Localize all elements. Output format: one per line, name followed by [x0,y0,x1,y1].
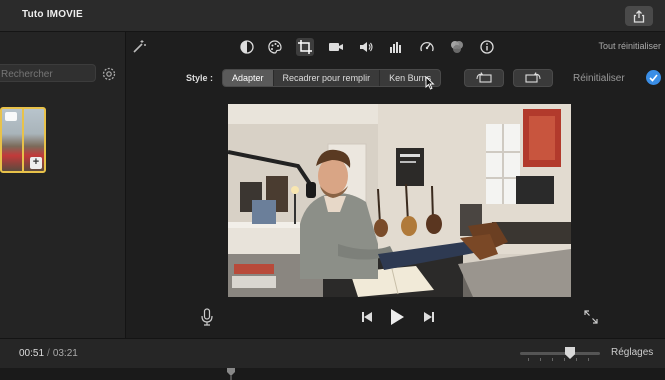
color-palette-icon[interactable] [266,38,284,56]
share-icon [633,9,645,23]
color-balance-icon[interactable] [238,38,256,56]
window-title: Tuto IMOVIE [22,9,83,20]
info-icon[interactable] [478,38,496,56]
style-option-adapter[interactable]: Adapter [223,70,274,86]
play-icon [391,309,404,325]
timeline-header: 00:51/03:21 Réglages [0,338,665,368]
rotate-right-icon [525,72,541,83]
slider-tick [576,358,577,361]
timecode: 00:51/03:21 [19,348,78,359]
playback-controls [127,304,665,330]
total-time: 03:21 [52,348,78,359]
zoom-slider-knob[interactable] [565,347,575,359]
play-button[interactable] [387,307,407,327]
stabilization-camera-icon[interactable] [327,38,345,56]
reset-button[interactable]: Réinitialiser [573,73,625,84]
skip-back-icon [362,312,372,322]
filter-icon[interactable] [448,38,466,56]
volume-icon[interactable] [357,38,375,56]
slider-tick [552,358,553,361]
skip-forward-button[interactable] [419,307,439,327]
share-button[interactable] [625,6,653,26]
microphone-icon[interactable] [197,307,217,327]
timeline[interactable] [0,368,665,380]
viewer [127,92,665,338]
current-time: 00:51 [19,348,45,359]
playhead-marker[interactable] [227,368,235,380]
fullscreen-expand-icon [584,310,598,324]
equalizer-icon[interactable] [387,38,405,56]
style-label: Style : [186,73,214,83]
camera-icon [5,112,17,121]
slider-tick [528,358,529,361]
adjustment-toolbar: Tout réinitialiser [128,36,665,58]
crop-style-row: Style : Adapter Recadrer pour remplir Ke… [128,66,665,90]
title-bar: Tuto IMOVIE [0,0,665,32]
apply-checkmark-button[interactable] [646,70,661,85]
settings-button[interactable]: Réglages [611,347,653,358]
reset-all-button[interactable]: Tout réinitialiser [598,41,661,51]
checkmark-icon [649,73,658,82]
video-frame-image [228,104,571,297]
style-option-crop-to-fill[interactable]: Recadrer pour remplir [274,70,381,86]
clip-playhead-marker [22,109,24,171]
crop-style-segmented-control: Adapter Recadrer pour remplir Ken Burns [222,69,442,87]
slider-tick [540,358,541,361]
media-browser: + [0,32,126,338]
rotate-clockwise-button[interactable] [513,69,553,87]
gear-icon[interactable] [101,66,117,82]
time-separator: / [47,348,50,359]
clip-thumbnail[interactable]: + [0,107,46,173]
zoom-slider[interactable] [520,347,600,361]
crop-icon[interactable] [296,38,314,56]
magic-wand-icon[interactable] [130,38,148,56]
skip-back-button[interactable] [357,307,377,327]
add-clip-icon[interactable]: + [30,157,42,169]
skip-forward-icon [424,312,434,322]
slider-tick [588,358,589,361]
rotate-counterclockwise-button[interactable] [464,69,504,87]
rotate-left-icon [476,72,492,83]
speed-icon[interactable] [418,38,436,56]
fullscreen-button[interactable] [581,307,601,327]
video-frame[interactable] [228,104,571,297]
slider-tick [564,358,565,361]
mouse-cursor-icon [425,76,435,90]
search-input[interactable] [0,64,96,82]
